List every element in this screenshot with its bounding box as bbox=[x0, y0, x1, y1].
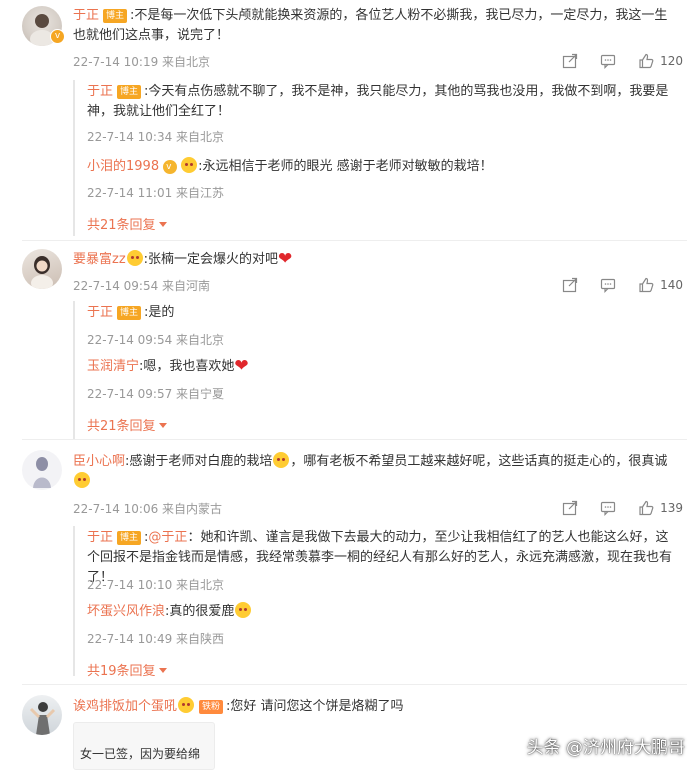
avatar[interactable] bbox=[22, 450, 62, 490]
like-count: 140 bbox=[660, 278, 683, 292]
caret-down-icon bbox=[158, 222, 167, 227]
comment-text-continued: ，哪有老板不希望员工越来越好呢，这些话真的挺走心的，很真诚 bbox=[290, 454, 668, 469]
reply-meta: 22-7-14 11:01 来自江苏 bbox=[87, 186, 225, 200]
thumb-up-icon bbox=[639, 500, 654, 516]
comment-icon[interactable] bbox=[600, 53, 616, 69]
comment-meta: 22-7-14 10:19 来自北京 bbox=[73, 55, 211, 69]
heart-icon: ❤ bbox=[234, 356, 249, 376]
caret-down-icon bbox=[158, 423, 167, 428]
reply-body: 于正 博主:今天有点伤感就不聊了，我不是神，我只能尽力，其他的骂我也没用，我做不到… bbox=[87, 82, 677, 122]
comment-username[interactable]: 于正 bbox=[73, 8, 99, 23]
comment-meta: 22-7-14 10:06 来自内蒙古 bbox=[73, 502, 223, 516]
watermark: 头条 @济州府大鹏哥 bbox=[526, 738, 685, 758]
caret-down-icon bbox=[158, 668, 167, 673]
more-replies-link[interactable]: 共21条回复 bbox=[87, 214, 167, 233]
comment-image[interactable]: 女一已签，因为要给绵 bbox=[73, 722, 215, 770]
emoji-icon bbox=[74, 472, 90, 488]
emoji-icon bbox=[178, 697, 195, 713]
reply-username[interactable]: 玉润清宁 bbox=[87, 359, 139, 374]
share-icon[interactable] bbox=[562, 277, 578, 293]
emoji-icon bbox=[181, 157, 198, 173]
heart-icon: ❤ bbox=[278, 249, 293, 269]
comment-thread: 臣小心啊:感谢于老师对白鹿的栽培 ，哪有老板不希望员工越来越好呢，这些话真的挺走心… bbox=[0, 440, 699, 680]
reply-list: 于正 博主:是的 22-7-14 09:54 来自北京 玉润清宁:嗯，我也喜欢她❤… bbox=[73, 301, 685, 439]
crying-emoji-icon bbox=[235, 602, 252, 618]
mention-link[interactable]: @于正 bbox=[148, 530, 187, 545]
verified-icon: v bbox=[50, 29, 65, 44]
comment-actions: 139 bbox=[540, 498, 683, 518]
blogger-badge: 博主 bbox=[117, 306, 142, 320]
image-text: 女一已签，因为要给绵 bbox=[80, 747, 201, 761]
like-button[interactable]: 140 bbox=[638, 277, 683, 293]
like-count: 139 bbox=[660, 501, 683, 515]
blogger-badge: 博主 bbox=[117, 531, 142, 545]
reply-body: 坏蛋兴风作浪:真的很爱鹿 bbox=[87, 602, 677, 622]
thumb-up-icon bbox=[639, 53, 654, 69]
comment-text: :不是每一次低下头颅就能换来资源的，各位艺人粉不必撕我，我已尽力，一定尽力，我这… bbox=[73, 8, 668, 43]
reply-username[interactable]: 于正 bbox=[87, 530, 113, 545]
reply-text: :是的 bbox=[144, 305, 175, 320]
reply-list: 于正 博主:@于正：她和许凯、谨言是我做下去最大的动力，至少让我相信红了的艺人也能… bbox=[73, 526, 685, 679]
like-button[interactable]: 120 bbox=[638, 53, 683, 69]
emoji-icon bbox=[273, 452, 290, 468]
comment-icon[interactable] bbox=[600, 500, 616, 516]
comment-body: 诶鸡排饭加个蛋吼 铁粉:您好 请问您这个饼是烙糊了吗 bbox=[73, 697, 673, 717]
reply-text: :嗯，我也喜欢她 bbox=[139, 359, 235, 374]
emoji-icon bbox=[126, 250, 143, 266]
share-icon[interactable] bbox=[562, 500, 578, 516]
blogger-badge: 博主 bbox=[117, 85, 142, 99]
reply-body: 于正 博主:是的 bbox=[87, 303, 677, 323]
comment-thread: v 于正 博主:不是每一次低下头颅就能换来资源的，各位艺人粉不必撕我，我已尽力，一… bbox=[0, 0, 699, 240]
more-replies-link[interactable]: 共21条回复 bbox=[87, 415, 167, 434]
reply-body: 小泪的1998 v :永远相信于老师的眼光 感谢于老师对敏敏的栽培！ bbox=[87, 157, 677, 177]
fan-badge: 铁粉 bbox=[199, 700, 224, 714]
comment-icon[interactable] bbox=[600, 277, 616, 293]
comment-meta: 22-7-14 09:54 来自河南 bbox=[73, 279, 211, 293]
reply-meta: 22-7-14 09:57 来自宁夏 bbox=[87, 387, 225, 401]
comment-body: 于正 博主:不是每一次低下头颅就能换来资源的，各位艺人粉不必撕我，我已尽力，一定尽… bbox=[73, 6, 673, 46]
comment-text: :张楠一定会爆火的对吧 bbox=[143, 252, 279, 267]
reply-meta: 22-7-14 09:54 来自北京 bbox=[87, 333, 225, 347]
blogger-badge: 博主 bbox=[103, 9, 128, 23]
avatar[interactable] bbox=[22, 695, 62, 735]
reply-text: :真的很爱鹿 bbox=[165, 604, 235, 619]
vip-badge: v bbox=[163, 160, 178, 174]
comment-username[interactable]: 臣小心啊 bbox=[73, 454, 125, 469]
share-icon[interactable] bbox=[562, 53, 578, 69]
reply-text: :今天有点伤感就不聊了，我不是神，我只能尽力，其他的骂我也没用，我做不到啊，我要… bbox=[87, 84, 669, 119]
like-count: 120 bbox=[660, 54, 683, 68]
comment-username[interactable]: 诶鸡排饭加个蛋吼 bbox=[73, 699, 177, 714]
reply-username[interactable]: 小泪的1998 bbox=[87, 159, 159, 174]
reply-username[interactable]: 于正 bbox=[87, 305, 113, 320]
reply-meta: 22-7-14 10:34 来自北京 bbox=[87, 130, 225, 144]
comment-actions: 120 bbox=[540, 51, 683, 71]
reply-text: :永远相信于老师的眼光 感谢于老师对敏敏的栽培！ bbox=[198, 159, 493, 174]
avatar[interactable] bbox=[22, 249, 62, 289]
comment-body: 臣小心啊:感谢于老师对白鹿的栽培 ，哪有老板不希望员工越来越好呢，这些话真的挺走心… bbox=[73, 452, 673, 492]
reply-meta: 22-7-14 10:10 来自北京 bbox=[87, 578, 225, 592]
reply-list: 于正 博主:今天有点伤感就不聊了，我不是神，我只能尽力，其他的骂我也没用，我做不到… bbox=[73, 80, 685, 236]
more-replies-link[interactable]: 共19条回复 bbox=[87, 660, 167, 679]
reply-meta: 22-7-14 10:49 来自陕西 bbox=[87, 632, 225, 646]
comment-actions: 140 bbox=[540, 275, 683, 295]
reply-body: 玉润清宁:嗯，我也喜欢她❤ bbox=[87, 357, 677, 377]
comment-text: :感谢于老师对白鹿的栽培 bbox=[125, 454, 273, 469]
comment-thread: 要暴富zz:张楠一定会爆火的对吧❤ 22-7-14 09:54 来自河南 140… bbox=[0, 241, 699, 439]
comment-text: :您好 请问您这个饼是烙糊了吗 bbox=[226, 699, 404, 714]
reply-username[interactable]: 坏蛋兴风作浪 bbox=[87, 604, 165, 619]
thumb-up-icon bbox=[639, 277, 654, 293]
reply-username[interactable]: 于正 bbox=[87, 84, 113, 99]
comment-body: 要暴富zz :张楠一定会爆火的对吧❤ bbox=[73, 250, 673, 270]
comment-username[interactable]: 要暴富zz bbox=[73, 252, 126, 267]
like-button[interactable]: 139 bbox=[638, 500, 683, 516]
